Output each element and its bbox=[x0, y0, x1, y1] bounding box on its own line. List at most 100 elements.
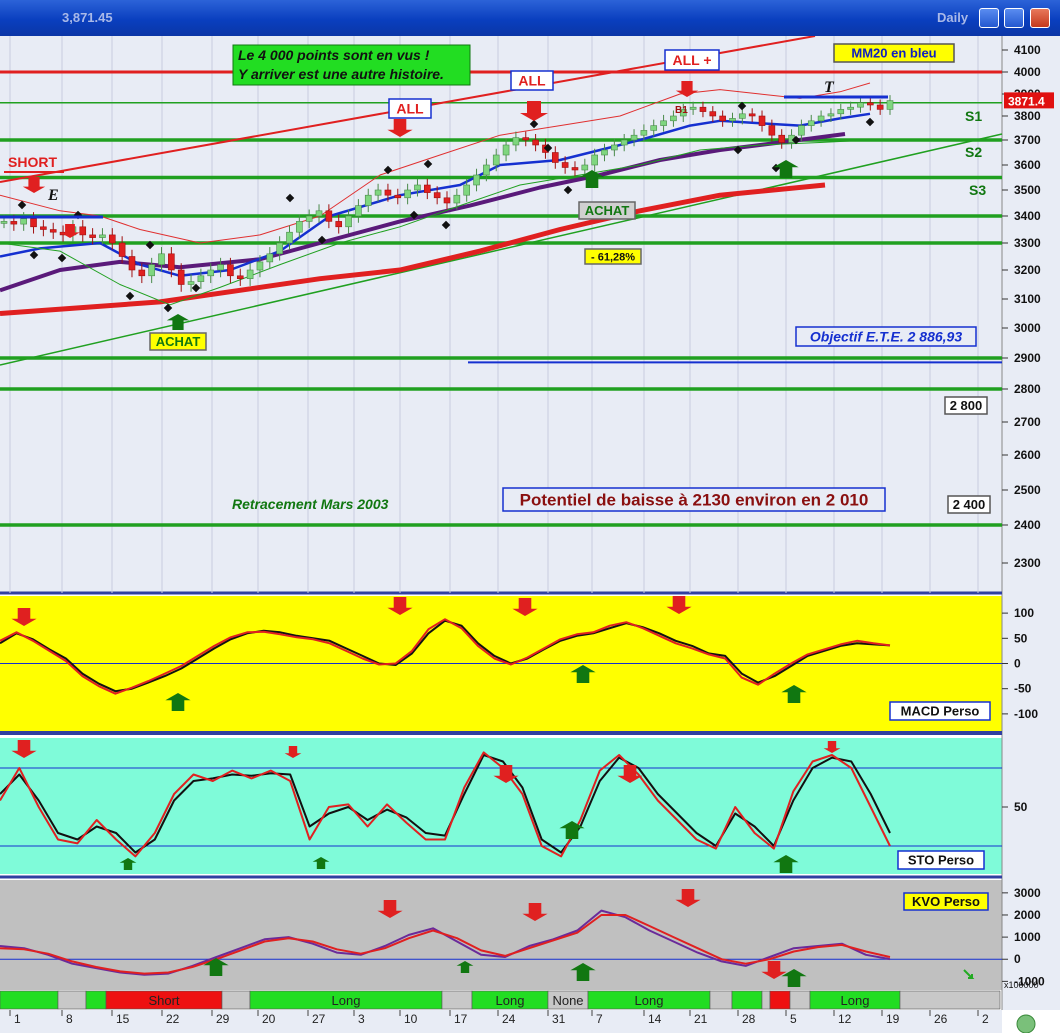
signal-label: Long bbox=[841, 993, 870, 1008]
date-label: 7 bbox=[596, 1012, 603, 1026]
indicator-tick-label: 100 bbox=[1014, 606, 1034, 620]
sto-panel-bg bbox=[0, 738, 1002, 874]
signal-segment bbox=[769, 990, 791, 1010]
maximize-button[interactable] bbox=[1004, 8, 1024, 28]
y-tick-label: 2900 bbox=[1014, 351, 1041, 365]
y-tick-label: 2800 bbox=[1014, 382, 1041, 396]
candle-body bbox=[305, 215, 313, 222]
support-label: S1 bbox=[965, 108, 982, 124]
signal-segment bbox=[57, 990, 87, 1010]
y-tick-label: 3200 bbox=[1014, 263, 1041, 277]
status-smiley-icon bbox=[1016, 1014, 1036, 1033]
date-axis: 1 8 15 22 29 20 27 3 10 17 24 31 7 14 21 28 5 12 19 26 2 bbox=[0, 1010, 1036, 1033]
y-tick-label: 3600 bbox=[1014, 158, 1041, 172]
candle-body bbox=[748, 113, 756, 117]
timeframe-label: Daily bbox=[937, 10, 969, 25]
candle-body bbox=[168, 253, 175, 271]
marker-b1: B1 bbox=[675, 105, 688, 116]
candle-body bbox=[817, 115, 825, 122]
marker-e: E bbox=[47, 187, 59, 204]
candle-body bbox=[128, 256, 136, 271]
candle-body bbox=[847, 106, 854, 110]
candle-body bbox=[591, 154, 598, 166]
price-readout: 3,871.45 bbox=[62, 10, 113, 25]
candle-body bbox=[0, 221, 8, 224]
candle-body bbox=[768, 125, 776, 136]
candle-body bbox=[364, 194, 372, 206]
mm20-label: MM20 en bleu bbox=[851, 46, 936, 61]
candle-body bbox=[246, 269, 254, 279]
last-price-label: 3871.4 bbox=[1008, 94, 1045, 108]
indicator-tick-label: 50 bbox=[1014, 800, 1028, 814]
candle-body bbox=[571, 167, 579, 171]
close-button[interactable] bbox=[1030, 8, 1050, 28]
achat-label-1: ACHAT bbox=[156, 334, 201, 349]
date-label: 21 bbox=[694, 1012, 708, 1026]
candle-body bbox=[345, 215, 352, 228]
candle-body bbox=[256, 261, 264, 271]
signal-label: Short bbox=[148, 993, 179, 1008]
candle-body bbox=[197, 275, 205, 282]
date-label: 14 bbox=[648, 1012, 662, 1026]
candle-body bbox=[798, 125, 805, 136]
date-label: 17 bbox=[454, 1012, 468, 1026]
signal-label: Long bbox=[332, 993, 361, 1008]
candle-body bbox=[827, 113, 835, 117]
retracement-label: Retracement Mars 2003 bbox=[232, 496, 389, 512]
candle-body bbox=[601, 149, 608, 156]
candle-body bbox=[886, 100, 894, 110]
candle-body bbox=[414, 184, 421, 191]
indicator-tick-label: 2000 bbox=[1014, 908, 1041, 922]
date-axis-bg bbox=[0, 1010, 1002, 1033]
date-label: 2 bbox=[982, 1012, 989, 1026]
candle-body bbox=[108, 234, 116, 244]
candle-body bbox=[10, 221, 18, 225]
macd-label: MACD Perso bbox=[901, 704, 980, 719]
y-tick-label: 3400 bbox=[1014, 209, 1041, 223]
candle-body bbox=[611, 144, 618, 151]
candle-body bbox=[463, 184, 470, 196]
y-tick-label: 3800 bbox=[1014, 109, 1041, 123]
candle-body bbox=[40, 226, 47, 230]
date-label: 15 bbox=[116, 1012, 130, 1026]
chart-canvas: Le 4 000 points sont en vus ! Y arriver e… bbox=[0, 35, 1060, 1033]
candle-body bbox=[187, 281, 195, 285]
candle-body bbox=[650, 125, 658, 131]
candle-body bbox=[148, 264, 155, 277]
candle-body bbox=[118, 242, 126, 257]
y-tick-label: 2600 bbox=[1014, 448, 1041, 462]
kvo-multiplier: x100000 bbox=[1004, 980, 1039, 990]
signal-segment bbox=[899, 990, 1001, 1010]
window-titlebar[interactable]: 3,871.45 Daily bbox=[0, 0, 1060, 36]
date-label: 22 bbox=[166, 1012, 180, 1026]
note-line-1: Le 4 000 points sont en vus ! bbox=[238, 47, 430, 63]
indicator-tick-label: -100 bbox=[1014, 707, 1038, 721]
y-tick-label: 4100 bbox=[1014, 43, 1041, 57]
y-tick-label: 3300 bbox=[1014, 236, 1041, 250]
candle-body bbox=[620, 139, 628, 146]
all-label-2: ALL bbox=[396, 101, 424, 117]
signal-label: Long bbox=[635, 993, 664, 1008]
candle-body bbox=[99, 234, 106, 238]
trading-chart-window: Le 4 000 points sont en vus ! Y arriver e… bbox=[0, 0, 1060, 1033]
candle-body bbox=[296, 221, 303, 233]
minimize-button[interactable] bbox=[979, 8, 999, 28]
all-label-1: ALL bbox=[518, 73, 546, 89]
candle-body bbox=[315, 210, 323, 217]
candle-body bbox=[876, 104, 884, 110]
candle-body bbox=[404, 189, 411, 199]
candle-body bbox=[236, 275, 244, 279]
objectif-label: Objectif E.T.E. 2 886,93 bbox=[810, 329, 962, 345]
date-label: 10 bbox=[404, 1012, 418, 1026]
date-label: 31 bbox=[552, 1012, 566, 1026]
candle-body bbox=[630, 134, 638, 141]
date-label: 1 bbox=[14, 1012, 21, 1026]
date-label: 12 bbox=[838, 1012, 852, 1026]
indicator-tick-label: 0 bbox=[1014, 952, 1021, 966]
candle-body bbox=[857, 102, 864, 108]
date-label: 28 bbox=[742, 1012, 756, 1026]
date-label: 8 bbox=[66, 1012, 73, 1026]
candle-body bbox=[483, 164, 490, 176]
candle-body bbox=[20, 218, 27, 225]
y-tick-label: 3100 bbox=[1014, 292, 1041, 306]
